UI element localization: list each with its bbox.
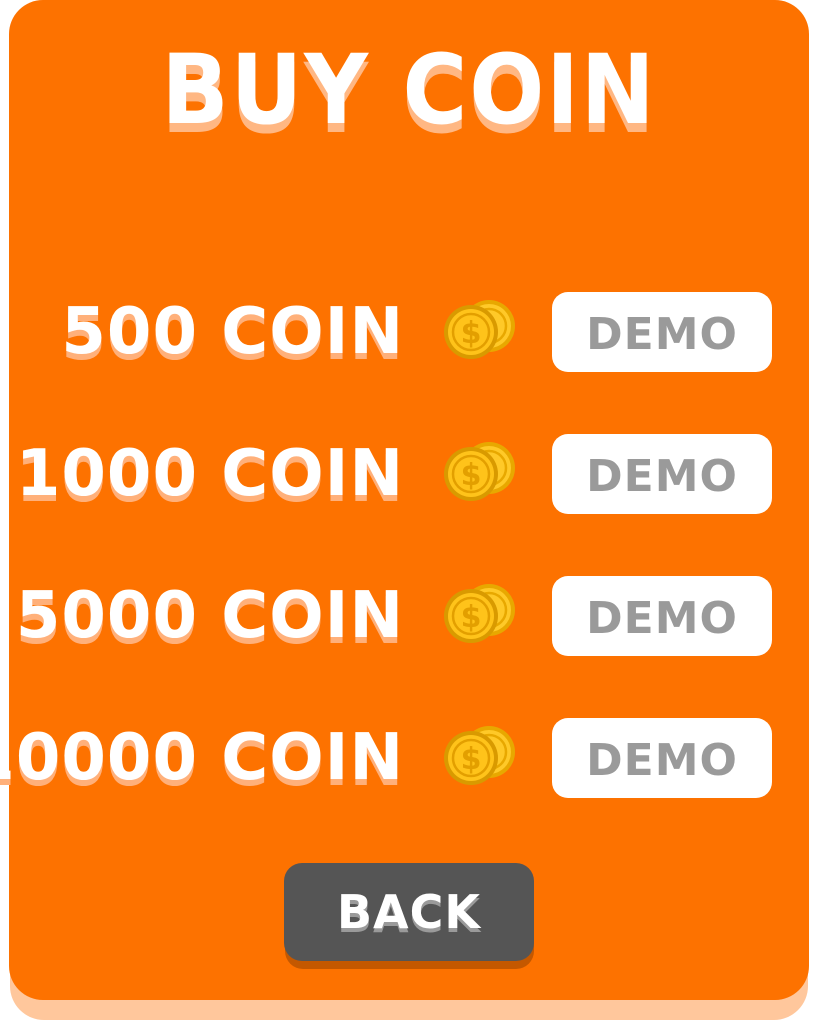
coin-package-row: 10000 COIN $ DEMO	[0, 718, 818, 798]
demo-button-label: DEMO	[586, 309, 738, 360]
demo-buy-button-1000[interactable]: DEMO	[552, 434, 772, 514]
coin-stack-icon: $	[444, 442, 515, 501]
coin-package-row: 500 COIN $ DEMO	[0, 292, 818, 372]
coin-package-row: 1000 COIN $ DEMO	[0, 434, 818, 514]
back-button-label: BACK	[336, 885, 482, 939]
back-button[interactable]: BACK	[284, 863, 534, 961]
demo-buy-button-10000[interactable]: DEMO	[552, 718, 772, 798]
coin-package-label: 1000 COIN	[15, 437, 404, 511]
svg-text:$: $	[461, 458, 482, 493]
coin-package-row: 5000 COIN $ DEMO	[0, 576, 818, 656]
page-title: BUY COIN	[161, 34, 657, 146]
coin-stack-icon: $	[444, 300, 515, 359]
svg-text:$: $	[461, 316, 482, 351]
coin-stack-icon: $	[444, 726, 515, 785]
coin-package-label: 10000 COIN	[0, 721, 404, 795]
demo-button-label: DEMO	[586, 593, 738, 644]
coin-package-label: 500 COIN	[61, 295, 404, 369]
demo-buy-button-5000[interactable]: DEMO	[552, 576, 772, 656]
demo-button-label: DEMO	[586, 735, 738, 786]
svg-text:$: $	[461, 742, 482, 777]
svg-text:$: $	[461, 600, 482, 635]
coin-package-label: 5000 COIN	[15, 579, 404, 653]
demo-buy-button-500[interactable]: DEMO	[552, 292, 772, 372]
coin-stack-icon: $	[444, 584, 515, 643]
demo-button-label: DEMO	[586, 451, 738, 502]
